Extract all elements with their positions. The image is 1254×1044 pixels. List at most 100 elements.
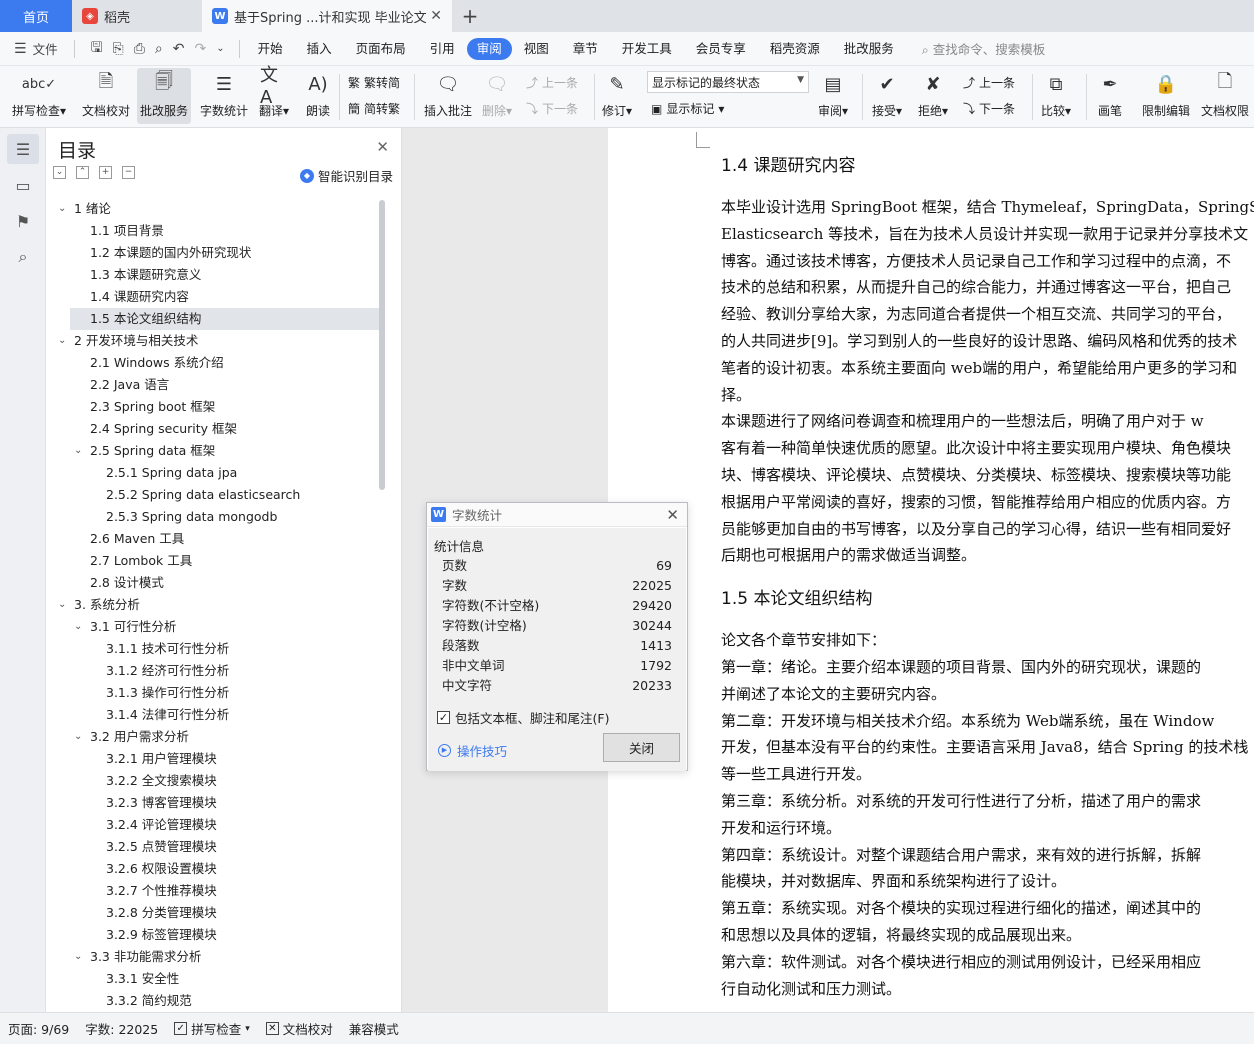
- toc-item[interactable]: 3.2.6 权限设置模块: [46, 858, 380, 880]
- toc-item[interactable]: 2.7 Lombok 工具: [46, 550, 380, 572]
- chevron-down-icon[interactable]: ⌄: [74, 440, 82, 462]
- menu-member[interactable]: 会员专享: [684, 38, 758, 60]
- toc-item[interactable]: 2.6 Maven 工具: [46, 528, 380, 550]
- tab-home[interactable]: 首页: [0, 0, 72, 32]
- tips-link[interactable]: ▶ 操作技巧: [438, 741, 507, 760]
- status-doc-check[interactable]: ✕ 文档校对: [258, 1019, 341, 1038]
- toc-panel-icon[interactable]: ☰: [7, 134, 39, 164]
- toc-item[interactable]: 2.5.3 Spring data mongodb: [46, 506, 380, 528]
- chevron-down-icon[interactable]: ⌄: [58, 198, 66, 220]
- toc-item[interactable]: ⌄ 2.5 Spring data 框架: [46, 440, 380, 462]
- toc-item[interactable]: 2.2 Java 语言: [46, 374, 380, 396]
- menu-review[interactable]: 审阅: [466, 37, 512, 60]
- menu-review-service[interactable]: 批改服务: [832, 38, 906, 60]
- track-changes-button[interactable]: ✎ 修订▾: [602, 70, 632, 119]
- close-tab-icon[interactable]: ✕: [430, 8, 442, 24]
- new-tab-button[interactable]: +: [452, 0, 488, 32]
- toc-item[interactable]: 3.1.4 法律可行性分析: [46, 704, 380, 726]
- toc-item[interactable]: 2.4 Spring security 框架: [46, 418, 380, 440]
- toc-item[interactable]: 2.5.2 Spring data elasticsearch: [46, 484, 380, 506]
- menu-developer[interactable]: 开发工具: [610, 38, 684, 60]
- review-service-button[interactable]: 🗐 批改服务: [137, 68, 192, 124]
- toc-item[interactable]: 3.2.9 标签管理模块: [46, 924, 380, 946]
- markup-mode-select[interactable]: 显示标记的最终状态 ▼: [647, 71, 809, 93]
- toc-item[interactable]: 3.2.1 用户管理模块: [46, 748, 380, 770]
- toc-item[interactable]: ⌄ 3.3 非功能需求分析: [46, 946, 380, 968]
- expand-icon[interactable]: ⌄: [53, 166, 66, 179]
- document-body[interactable]: 1.4 课题研究内容 本毕业设计选用 SpringBoot 框架，结合 Thym…: [721, 146, 1254, 1002]
- chevron-down-icon[interactable]: ⌄: [58, 330, 66, 352]
- tab-document[interactable]: W 基于Spring ...计和实现 毕业论文 ✕: [202, 0, 452, 32]
- toc-item[interactable]: 3.2.2 全文搜索模块: [46, 770, 380, 792]
- spell-check-button[interactable]: abc✓ 拼写检查▾: [12, 70, 66, 119]
- hamburger-menu-icon[interactable]: ☰: [14, 41, 27, 57]
- review-pane-button[interactable]: ▤ 审阅▾: [818, 70, 848, 119]
- menu-view[interactable]: 视图: [512, 38, 561, 60]
- toc-item[interactable]: 3.2.7 个性推荐模块: [46, 880, 380, 902]
- toc-item[interactable]: 1.2 本课题的国内外研究现状: [46, 242, 380, 264]
- delete-comment-button[interactable]: 🗨 删除▾: [482, 70, 512, 119]
- chevron-down-icon[interactable]: ⌄: [74, 616, 82, 638]
- command-search[interactable]: ⌕ 查找命令、搜索模板: [922, 39, 1046, 58]
- pen-button[interactable]: ✒ 画笔: [1096, 70, 1124, 119]
- simp-to-trad-button[interactable]: 簡简转繁: [348, 100, 400, 117]
- toc-item[interactable]: 3.1.1 技术可行性分析: [46, 638, 380, 660]
- chevron-down-icon[interactable]: ⌄: [74, 946, 82, 968]
- include-textboxes-checkbox[interactable]: ✓ 包括文本框、脚注和尾注(F): [437, 708, 609, 727]
- save-icon[interactable]: 🖫: [91, 37, 103, 61]
- menu-references[interactable]: 引用: [418, 38, 467, 60]
- toc-item[interactable]: ⌄ 3.2 用户需求分析: [46, 726, 380, 748]
- next-change-button[interactable]: ⤵ 下一条: [963, 100, 1015, 117]
- toc-item[interactable]: 1.4 课题研究内容: [46, 286, 380, 308]
- close-icon[interactable]: ✕: [376, 138, 389, 156]
- toc-item[interactable]: 2.1 Windows 系统介绍: [46, 352, 380, 374]
- toc-item[interactable]: 3.3.2 简约规范: [46, 990, 380, 1008]
- menu-insert[interactable]: 插入: [295, 38, 344, 60]
- collapse-icon[interactable]: ⌃: [76, 166, 89, 179]
- chapter-nav-icon[interactable]: ▭: [7, 170, 39, 200]
- document-page[interactable]: 1.4 课题研究内容 本毕业设计选用 SpringBoot 框架，结合 Thym…: [608, 128, 1254, 1012]
- page-indicator[interactable]: 页面: 9/69: [0, 1019, 77, 1038]
- word-count-indicator[interactable]: 字数: 22025: [77, 1019, 166, 1038]
- toc-item[interactable]: 2.8 设计模式: [46, 572, 380, 594]
- show-markup-button[interactable]: ▣ 显示标记 ▾: [651, 100, 724, 117]
- toc-item[interactable]: 2.3 Spring boot 框架: [46, 396, 380, 418]
- undo-icon[interactable]: ↶: [173, 41, 185, 57]
- print-preview-icon[interactable]: ⌕: [155, 41, 163, 57]
- toc-item[interactable]: 3.2.3 博客管理模块: [46, 792, 380, 814]
- redo-icon[interactable]: ↷: [195, 41, 207, 57]
- find-icon[interactable]: ⌕: [7, 242, 39, 272]
- menu-start[interactable]: 开始: [246, 38, 295, 60]
- toc-item[interactable]: ⌄ 3.1 可行性分析: [46, 616, 380, 638]
- close-button[interactable]: 关闭: [603, 733, 680, 762]
- chevron-down-icon[interactable]: ⌄: [58, 594, 66, 616]
- prev-change-button[interactable]: ⤴ 上一条: [963, 74, 1015, 91]
- more-chevron-icon[interactable]: ⌄: [216, 43, 224, 54]
- toc-item[interactable]: 2.5.1 Spring data jpa: [46, 462, 380, 484]
- insert-comment-button[interactable]: 🗨 插入批注: [424, 70, 472, 119]
- menu-chapter[interactable]: 章节: [561, 38, 610, 60]
- bookmark-icon[interactable]: ⚑: [7, 206, 39, 236]
- next-comment-button[interactable]: ⤵ 下一条: [526, 100, 578, 117]
- toc-item[interactable]: 3.2.5 点赞管理模块: [46, 836, 380, 858]
- menu-file[interactable]: 文件: [33, 39, 58, 58]
- translate-button[interactable]: 文A 翻译▾: [259, 65, 289, 119]
- smart-toc-button[interactable]: ◆ 智能识别目录: [299, 166, 393, 185]
- chevron-down-icon[interactable]: ⌄: [74, 726, 82, 748]
- dialog-close-icon[interactable]: ✕: [666, 506, 679, 524]
- toc-item[interactable]: 1.3 本课题研究意义: [46, 264, 380, 286]
- compare-button[interactable]: ⧉ 比较▾: [1041, 70, 1071, 119]
- toc-scrollbar[interactable]: [379, 200, 385, 490]
- prev-comment-button[interactable]: ⤴ 上一条: [526, 74, 578, 91]
- tab-daoke[interactable]: ◈ 稻壳: [72, 0, 202, 32]
- toc-item[interactable]: 3.2.4 评论管理模块: [46, 814, 380, 836]
- remove-heading-icon[interactable]: −: [122, 166, 135, 179]
- toc-item[interactable]: 3.1.2 经济可行性分析: [46, 660, 380, 682]
- trad-to-simp-button[interactable]: 繁繁转简: [348, 74, 400, 91]
- toc-item[interactable]: ⌄ 2 开发环境与相关技术: [46, 330, 380, 352]
- add-heading-icon[interactable]: +: [99, 166, 112, 179]
- toc-item[interactable]: 3.1.3 操作可行性分析: [46, 682, 380, 704]
- dialog-title-bar[interactable]: W 字数统计: [427, 503, 687, 527]
- doc-check-button[interactable]: 🗎 文档校对: [82, 70, 130, 119]
- restrict-edit-button[interactable]: 🔒 限制编辑: [1142, 70, 1190, 119]
